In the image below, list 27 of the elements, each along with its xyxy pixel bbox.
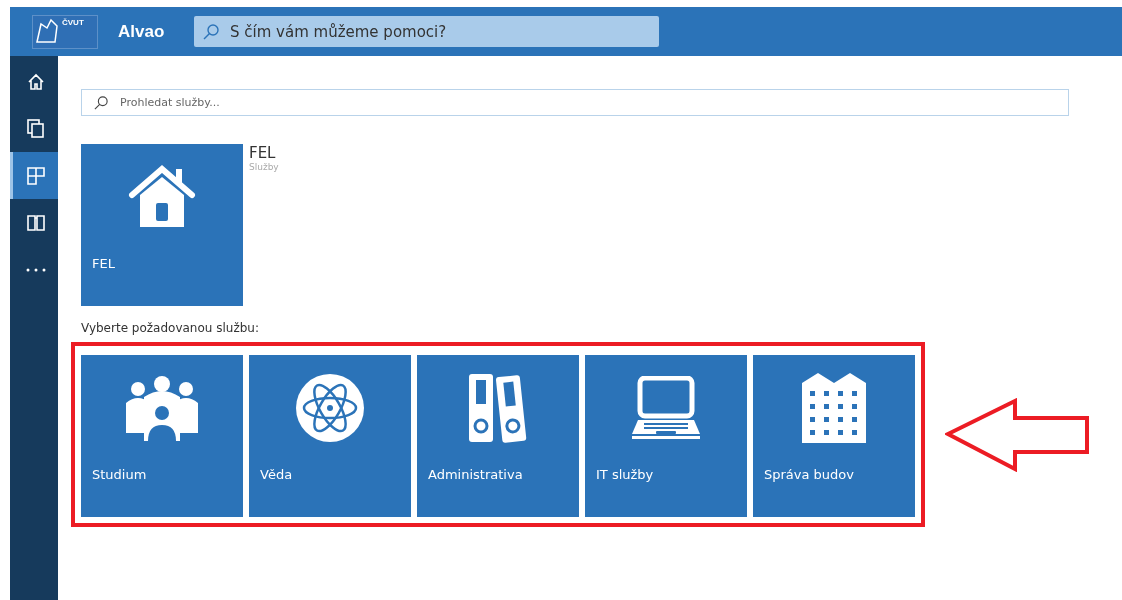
search-icon [94,95,108,110]
binders-icon [467,371,529,444]
tiles-icon [26,166,45,185]
service-tile[interactable]: IT služby [585,355,747,517]
sidebar-item[interactable] [10,152,58,199]
house-icon [128,164,196,229]
category-tile[interactable]: FEL [81,144,243,306]
prompt-text: Vyberte požadovanou službu: [81,321,260,335]
documents-icon [26,118,45,139]
book-icon [26,214,45,231]
app-name: Alvao [118,21,166,42]
service-search-field[interactable]: Prohledat služby... [81,89,1069,116]
service-tile[interactable]: Administrativa [417,355,579,517]
category-title: FEL [249,144,277,162]
service-tile[interactable]: Správa budov [753,355,915,517]
building-icon [802,372,866,443]
laptop-icon [630,375,702,440]
service-tile[interactable]: Studium [81,355,243,517]
help-search-field[interactable]: S čím vám můžeme pomoci? [194,16,659,47]
people-icon [126,374,198,441]
home-icon [26,72,45,91]
more-icon [25,267,46,272]
search-icon [203,23,219,40]
logo-text: ČVUT [62,17,84,27]
category-subtitle: Služby [249,162,279,172]
atom-icon [295,372,365,443]
service-tile[interactable]: Věda [249,355,411,517]
